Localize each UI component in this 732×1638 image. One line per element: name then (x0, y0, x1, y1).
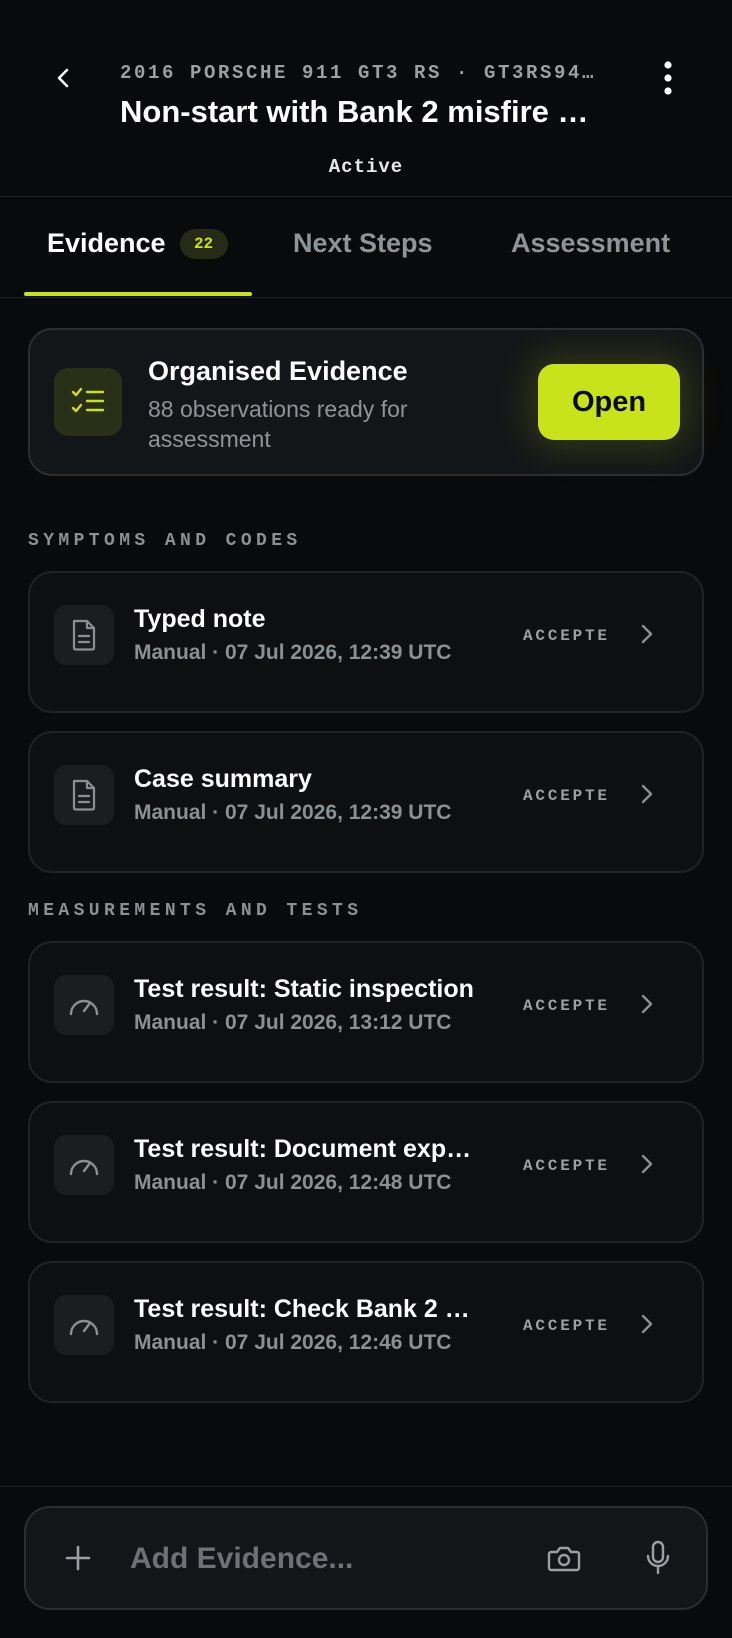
section-heading-measurements: MEASUREMENTS AND TESTS (28, 901, 363, 921)
tab-label: Next Steps (293, 228, 433, 258)
gauge-icon (54, 1135, 114, 1195)
chevron-right-icon (632, 619, 662, 649)
add-evidence-input[interactable] (130, 1534, 490, 1584)
evidence-item[interactable]: Test result: Document exp… Manual · 07 J… (28, 1101, 704, 1243)
evidence-item[interactable]: Typed note Manual · 07 Jul 2026, 12:39 U… (28, 571, 704, 713)
status-label: Active (328, 156, 404, 178)
tab-evidence[interactable]: Evidence 22 (47, 228, 228, 259)
evidence-meta: Manual · 07 Jul 2026, 12:46 UTC (134, 1331, 452, 1354)
camera-icon (547, 1546, 581, 1572)
evidence-title: Test result: Document exp… (134, 1135, 472, 1163)
open-button[interactable]: Open (538, 364, 680, 440)
evidence-meta: Manual · 07 Jul 2026, 12:39 UTC (134, 801, 452, 824)
organised-evidence-title: Organised Evidence (148, 356, 408, 386)
document-icon (54, 765, 114, 825)
tab-bar: Evidence 22 Next Steps Assessment (0, 198, 732, 298)
evidence-count-badge: 22 (179, 228, 228, 259)
evidence-meta: Manual · 07 Jul 2026, 13:12 UTC (134, 1011, 452, 1034)
vehicle-subtitle: 2016 PORSCHE 911 GT3 RS · GT3RS94… (120, 62, 597, 84)
composer-divider (0, 1486, 732, 1487)
case-header: 2016 PORSCHE 911 GT3 RS · GT3RS94… Non-s… (0, 0, 732, 197)
status-badge: ACCEPTE (523, 997, 610, 1015)
microphone-icon (646, 1540, 670, 1575)
plus-icon (65, 1545, 91, 1571)
chevron-right-icon (632, 989, 662, 1019)
active-tab-indicator (24, 292, 252, 296)
gauge-icon (54, 975, 114, 1035)
evidence-item[interactable]: Test result: Static inspection Manual · … (28, 941, 704, 1083)
checklist-icon (54, 368, 122, 436)
evidence-item[interactable]: Test result: Check Bank 2 … Manual · 07 … (28, 1261, 704, 1403)
chevron-right-icon (632, 1309, 662, 1339)
status-badge: ACCEPTE (523, 787, 610, 805)
add-button[interactable] (58, 1538, 98, 1578)
status-badge: ACCEPTE (523, 1157, 610, 1175)
chevron-right-icon (632, 779, 662, 809)
evidence-title: Test result: Static inspection (134, 975, 474, 1003)
add-evidence-bar (24, 1506, 708, 1610)
status-badge: ACCEPTE (523, 627, 610, 645)
chevron-right-icon (632, 1149, 662, 1179)
tab-next-steps[interactable]: Next Steps (293, 228, 433, 259)
organised-evidence-card: Organised Evidence 88 observations ready… (28, 328, 704, 476)
gauge-icon (54, 1295, 114, 1355)
more-options-button[interactable] (648, 58, 688, 98)
chevron-left-icon (57, 68, 69, 88)
evidence-title: Test result: Check Bank 2 … (134, 1295, 470, 1323)
evidence-meta: Manual · 07 Jul 2026, 12:48 UTC (134, 1171, 452, 1194)
section-heading-symptoms: SYMPTOMS AND CODES (28, 531, 302, 551)
camera-button[interactable] (542, 1536, 586, 1580)
page-title: Non-start with Bank 2 misfire … (120, 94, 589, 129)
evidence-meta: Manual · 07 Jul 2026, 12:39 UTC (134, 641, 452, 664)
more-vertical-icon (664, 61, 672, 95)
evidence-title: Case summary (134, 765, 312, 793)
status-badge: ACCEPTE (523, 1317, 610, 1335)
evidence-title: Typed note (134, 605, 266, 633)
tab-label: Assessment (511, 228, 671, 258)
microphone-button[interactable] (636, 1534, 680, 1582)
document-icon (54, 605, 114, 665)
tab-label: Evidence (47, 228, 166, 258)
evidence-item[interactable]: Case summary Manual · 07 Jul 2026, 12:39… (28, 731, 704, 873)
organised-evidence-subtitle: 88 observations ready for assessment (148, 396, 408, 452)
back-button[interactable] (44, 58, 84, 98)
tab-assessment[interactable]: Assessment (511, 228, 670, 259)
